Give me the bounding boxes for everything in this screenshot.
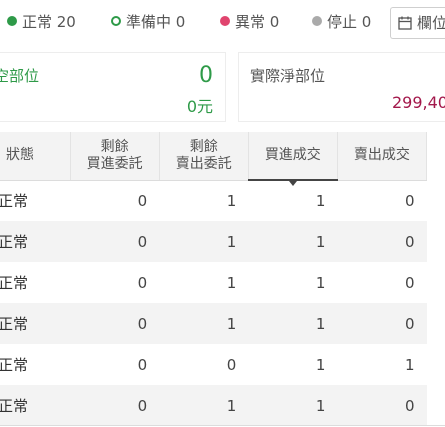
- table-row[interactable]: 正常 0 1 1 0: [0, 262, 427, 303]
- cell-remaining-sell: 1: [226, 191, 237, 210]
- cell-sell-filled: 0: [404, 314, 415, 333]
- cell-sell-filled: 1: [404, 355, 415, 374]
- cell-sell-filled: 0: [404, 232, 415, 251]
- cell-buy-filled: 1: [315, 232, 326, 251]
- status-error[interactable]: 異常 0: [220, 12, 279, 32]
- cell-remaining-sell: 1: [226, 232, 237, 251]
- cell-status: 正常: [0, 192, 29, 211]
- cell-status: 正常: [0, 233, 29, 251]
- cell-remaining-sell: 0: [226, 355, 237, 374]
- columns-button[interactable]: 欄位: [390, 7, 445, 39]
- cell-buy-filled: 1: [315, 273, 326, 292]
- status-stopped-label: 停止 0: [327, 13, 372, 31]
- cell-status: 正常: [0, 397, 29, 415]
- column-header-remaining-sell-line2: 賣出委託: [175, 155, 232, 172]
- status-preparing[interactable]: 準備中 0: [111, 12, 185, 32]
- status-stopped[interactable]: 停止 0: [312, 12, 371, 32]
- column-header-remaining-sell[interactable]: 剩餘 賣出委託: [159, 132, 249, 181]
- cell-remaining-buy: 0: [137, 273, 148, 292]
- cell-remaining-buy: 0: [137, 355, 148, 374]
- cell-status: 正常: [0, 356, 29, 374]
- status-normal-label: 正常 20: [22, 13, 76, 31]
- net-position-amount: 299,40: [392, 93, 445, 112]
- flat-position-title: 空部位: [0, 67, 40, 85]
- position-summary: 空部位 0 0元 實際淨部位 299,40: [0, 52, 445, 122]
- column-header-sell-filled[interactable]: 賣出成交: [337, 132, 428, 181]
- status-normal[interactable]: 正常 20: [7, 12, 76, 32]
- cell-buy-filled: 1: [315, 314, 326, 333]
- normal-dot-icon: [7, 16, 17, 26]
- column-header-buy-filled-label: 買進成交: [264, 147, 321, 163]
- table-row[interactable]: 正常 0 1 1 0: [0, 221, 427, 262]
- cell-remaining-buy: 0: [137, 396, 148, 415]
- table-row[interactable]: 正常 0 1 1 0: [0, 180, 427, 221]
- status-error-label: 異常 0: [235, 13, 280, 31]
- cell-remaining-buy: 0: [137, 191, 148, 210]
- columns-button-label: 欄位: [417, 14, 445, 32]
- net-position-title: 實際淨部位: [250, 67, 326, 85]
- calendar-icon: [398, 10, 412, 40]
- preparing-dot-icon: [111, 16, 121, 26]
- column-header-status[interactable]: 狀態: [0, 132, 71, 181]
- cell-buy-filled: 1: [315, 355, 326, 374]
- cell-buy-filled: 1: [315, 396, 326, 415]
- status-bar: 正常 20 準備中 0 異常 0 停止 0 欄位: [0, 0, 445, 44]
- cell-sell-filled: 0: [404, 273, 415, 292]
- orders-table-container[interactable]: 狀態 剩餘 買進委託 剩餘 賣出委託 買進成交 賣出成交 正常 0 1 1 0 正常…: [0, 132, 445, 427]
- cell-remaining-sell: 1: [226, 273, 237, 292]
- table-header-row: 狀態 剩餘 買進委託 剩餘 賣出委託 買進成交 賣出成交: [0, 132, 428, 186]
- cell-sell-filled: 0: [404, 396, 415, 415]
- cell-remaining-buy: 0: [137, 314, 148, 333]
- column-header-remaining-buy-line2: 買進委託: [86, 155, 143, 172]
- table-row[interactable]: 正常 0 1 1 0: [0, 303, 427, 344]
- table-row[interactable]: 正常 0 1 1 0: [0, 385, 427, 426]
- table-bottom-divider: [0, 425, 445, 426]
- cell-buy-filled: 1: [315, 192, 326, 210]
- column-header-remaining-buy[interactable]: 剩餘 買進委託: [70, 132, 160, 181]
- net-position-card: 實際淨部位 299,40: [238, 52, 445, 122]
- flat-position-quantity: 0: [199, 63, 213, 88]
- column-header-sell-filled-label: 賣出成交: [353, 147, 410, 164]
- column-header-remaining-buy-line1: 剩餘: [100, 138, 129, 155]
- column-header-buy-filled[interactable]: 買進成交: [248, 132, 338, 186]
- column-header-status-label: 狀態: [6, 147, 34, 164]
- flat-position-amount: 0元: [186, 97, 213, 116]
- error-dot-icon: [220, 16, 230, 26]
- sort-caret-icon: [288, 181, 297, 186]
- cell-remaining-sell: 1: [226, 314, 237, 333]
- cell-status: 正常: [0, 274, 29, 292]
- status-preparing-label: 準備中 0: [126, 13, 186, 31]
- cell-remaining-buy: 0: [137, 232, 148, 251]
- cell-remaining-sell: 1: [226, 396, 237, 415]
- cell-status: 正常: [0, 315, 29, 333]
- cell-sell-filled: 0: [404, 191, 415, 210]
- table-row[interactable]: 正常 0 0 1 1: [0, 344, 427, 385]
- column-header-remaining-sell-line1: 剩餘: [189, 138, 218, 155]
- flat-position-card: 空部位 0 0元: [0, 52, 226, 122]
- orders-table: 狀態 剩餘 買進委託 剩餘 賣出委託 買進成交 賣出成交 正常 0 1 1 0 正常…: [0, 132, 428, 426]
- stopped-dot-icon: [312, 16, 322, 26]
